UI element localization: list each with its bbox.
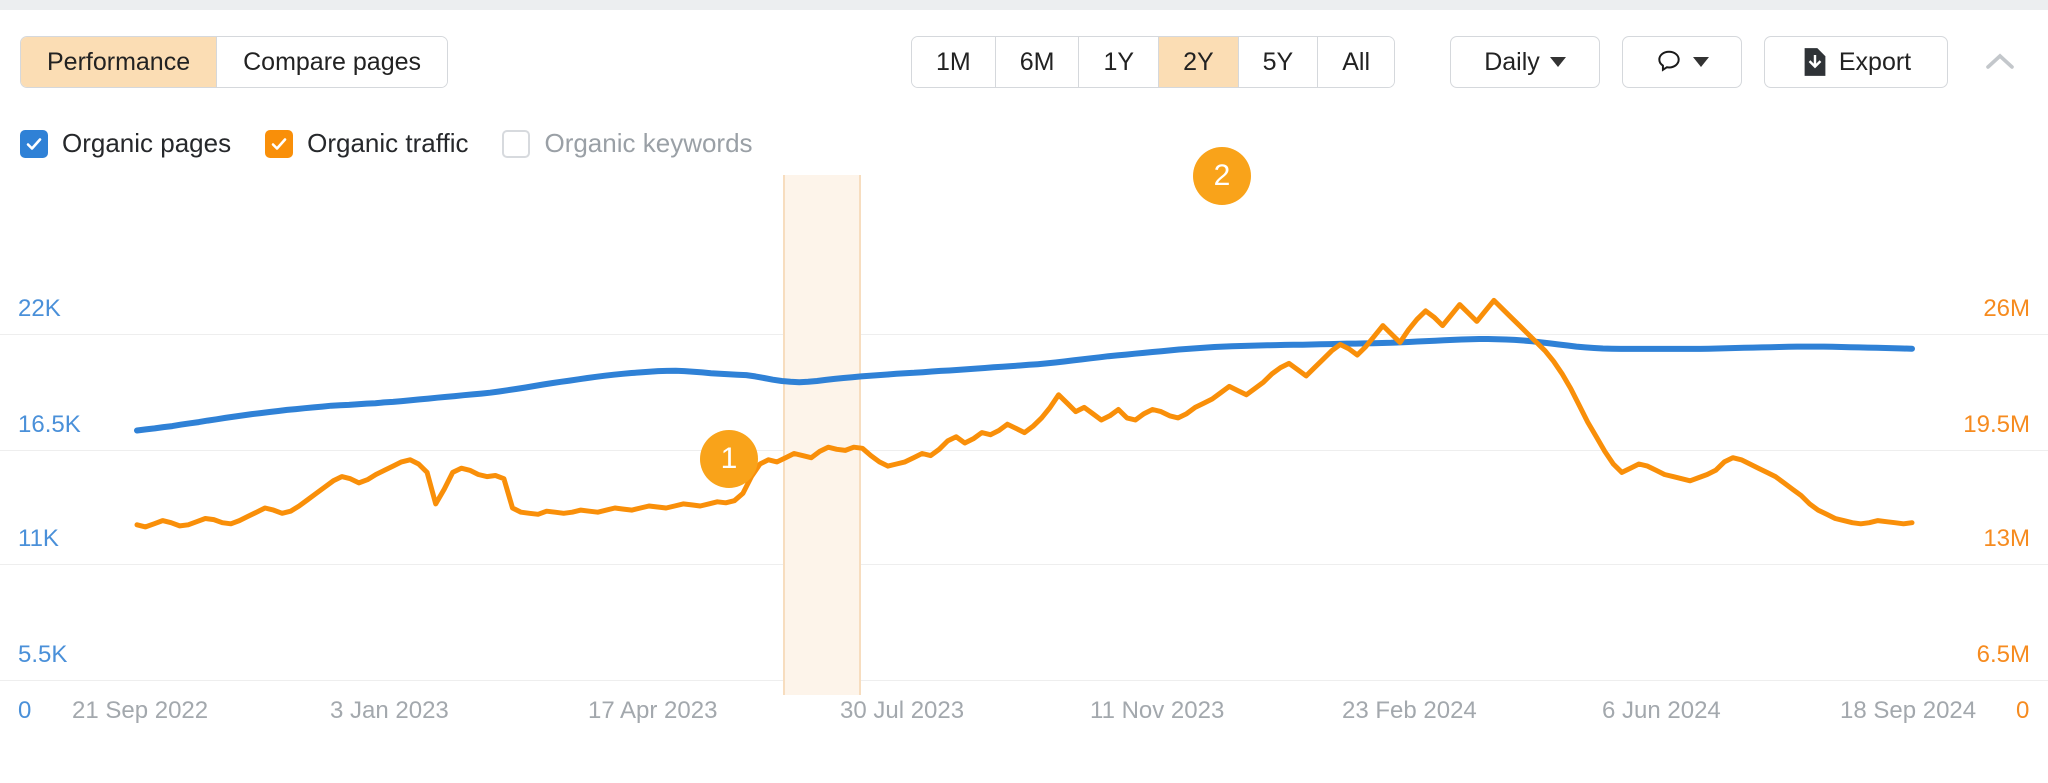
range-all[interactable]: All [1318,37,1394,87]
export-label: Export [1839,48,1911,77]
range-2y[interactable]: 2Y [1159,37,1239,87]
check-icon [270,135,288,153]
x-tick-0: 21 Sep 2022 [72,697,208,725]
performance-chart: 22K 16.5K 11K 5.5K 26M 19.5M 13M 6.5M 0 … [0,175,2048,735]
y-right-tick-6_5m: 6.5M [1900,641,2030,669]
range-1m[interactable]: 1M [912,37,996,87]
annotation-marker-1[interactable]: 1 [700,430,758,488]
x-tick-3: 30 Jul 2023 [840,697,964,725]
download-file-icon [1801,47,1829,77]
granularity-label: Daily [1484,48,1540,77]
series-lines [0,175,2048,695]
y-right-tick-13m: 13M [1900,525,2030,553]
y-left-tick-22k: 22K [18,295,61,323]
y-right-tick-0: 0 [2016,697,2029,725]
y-left-tick-16_5k: 16.5K [18,411,81,439]
comments-dropdown[interactable] [1622,36,1742,88]
chevron-up-icon[interactable] [1985,50,2015,72]
tab-performance[interactable]: Performance [21,37,217,87]
range-6m[interactable]: 6M [996,37,1080,87]
y-left-tick-11k: 11K [18,525,59,553]
comment-bubble-icon [1655,48,1683,76]
checkbox-organic-traffic[interactable] [265,130,293,158]
chart-plot-area: 22K 16.5K 11K 5.5K 26M 19.5M 13M 6.5M 0 … [0,175,2048,695]
check-icon [25,135,43,153]
x-tick-6: 6 Jun 2024 [1602,697,1721,725]
y-right-tick-19_5m: 19.5M [1900,411,2030,439]
range-5y[interactable]: 5Y [1239,37,1319,87]
legend-item-organic-traffic[interactable]: Organic traffic [265,128,468,159]
annotation-marker-2[interactable]: 2 [1193,147,1251,205]
y-left-tick-5_5k: 5.5K [18,641,67,669]
x-tick-1: 3 Jan 2023 [330,697,449,725]
range-1y[interactable]: 1Y [1079,37,1159,87]
view-tab-group[interactable]: Performance Compare pages [20,36,448,88]
granularity-dropdown[interactable]: Daily [1450,36,1600,88]
organic-performance-panel: Performance Compare pages 1M 6M 1Y 2Y 5Y… [0,0,2048,783]
x-tick-4: 11 Nov 2023 [1090,697,1224,725]
legend-item-organic-keywords[interactable]: Organic keywords [502,128,752,159]
line-organic-pages [137,339,1912,431]
checkbox-organic-keywords[interactable] [502,130,530,158]
legend-item-organic-pages[interactable]: Organic pages [20,128,231,159]
chart-toolbar: Performance Compare pages 1M 6M 1Y 2Y 5Y… [0,10,2048,95]
date-range-group[interactable]: 1M 6M 1Y 2Y 5Y All [911,36,1395,88]
chevron-down-icon [1550,57,1566,67]
y-left-tick-0: 0 [18,697,31,725]
legend-label-organic-keywords: Organic keywords [544,128,752,159]
x-tick-2: 17 Apr 2023 [588,697,717,725]
checkbox-organic-pages[interactable] [20,130,48,158]
x-tick-7: 18 Sep 2024 [1840,697,1976,725]
legend-label-organic-pages: Organic pages [62,128,231,159]
y-right-tick-26m: 26M [1900,295,2030,323]
export-button[interactable]: Export [1764,36,1948,88]
x-tick-5: 23 Feb 2024 [1342,697,1477,725]
tab-compare-pages[interactable]: Compare pages [217,37,447,87]
legend-label-organic-traffic: Organic traffic [307,128,468,159]
line-organic-traffic [137,300,1912,527]
panel-top-divider [0,0,2048,10]
chevron-down-icon [1693,57,1709,67]
series-legend: Organic pages Organic traffic Organic ke… [20,128,753,159]
